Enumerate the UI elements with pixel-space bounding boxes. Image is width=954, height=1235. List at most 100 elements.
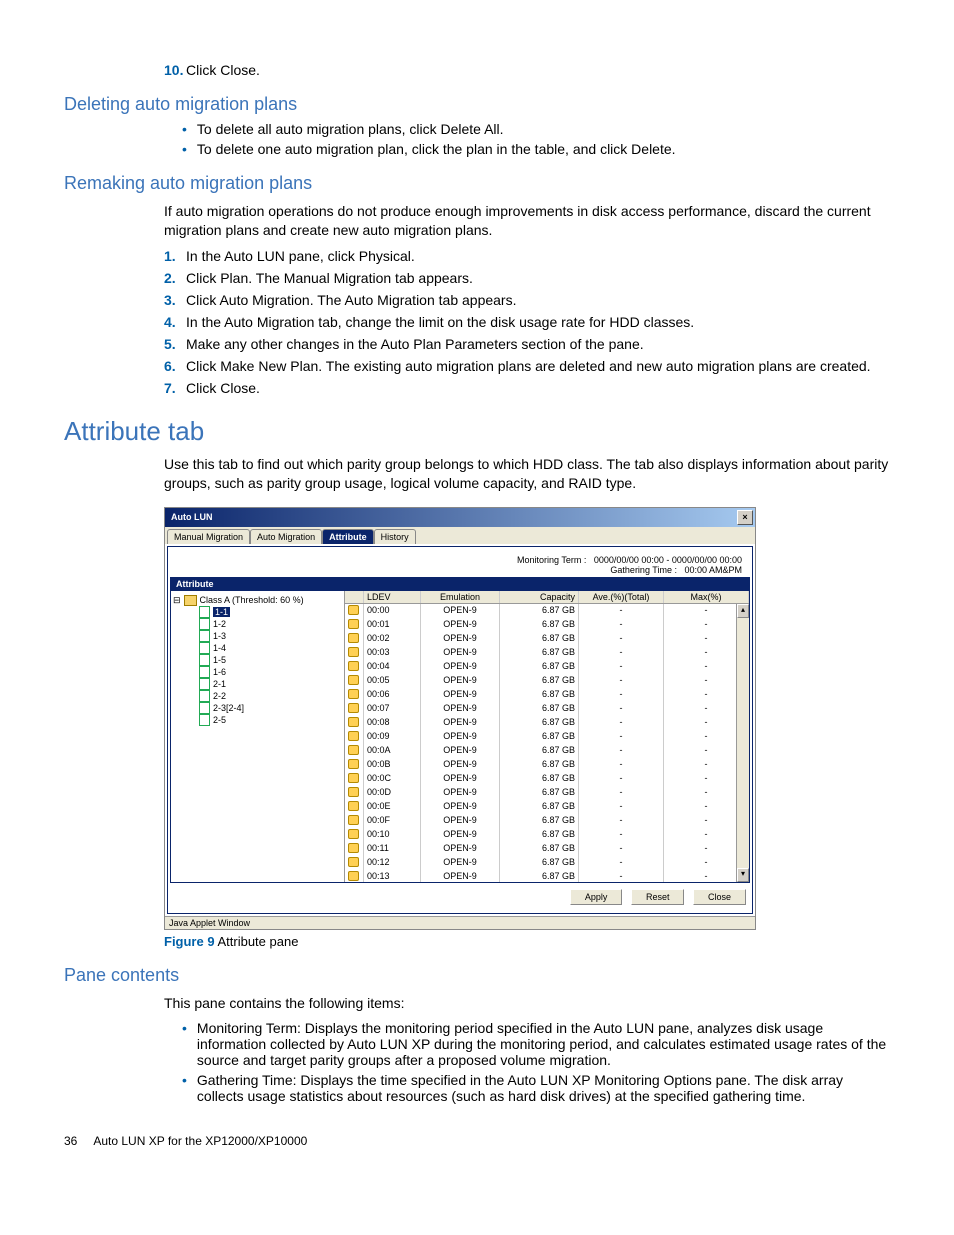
table-row[interactable]: 00:12OPEN-96.87 GB-- [345, 856, 749, 870]
scroll-down-icon[interactable]: ▾ [737, 868, 749, 882]
ldev-icon [348, 717, 359, 727]
ldev-icon [348, 633, 359, 643]
table-row[interactable]: 00:11OPEN-96.87 GB-- [345, 842, 749, 856]
cell-ldev: 00:04 [364, 660, 421, 674]
table-row[interactable]: 00:01OPEN-96.87 GB-- [345, 618, 749, 632]
apply-button[interactable]: Apply [570, 889, 623, 905]
cell-emulation: OPEN-9 [421, 604, 500, 618]
tab-history[interactable]: History [374, 529, 416, 544]
table-row[interactable]: 00:03OPEN-96.87 GB-- [345, 646, 749, 660]
ldev-icon [348, 675, 359, 685]
cell-ldev: 00:05 [364, 674, 421, 688]
scroll-up-icon[interactable]: ▴ [737, 604, 749, 618]
table-row[interactable]: 00:13OPEN-96.87 GB-- [345, 870, 749, 882]
cell-ave: - [579, 814, 664, 828]
heading-deleting: Deleting auto migration plans [64, 94, 890, 115]
parity-group-icon [199, 678, 210, 690]
scrollbar[interactable]: ▴ ▾ [736, 604, 749, 882]
cell-ave: - [579, 702, 664, 716]
tree-item[interactable]: 1-3 [199, 630, 342, 642]
cell-capacity: 6.87 GB [500, 856, 579, 870]
bullet-text: Gathering Time: Displays the time specif… [197, 1072, 890, 1104]
tab-manual-migration[interactable]: Manual Migration [167, 529, 250, 544]
cell-ave: - [579, 730, 664, 744]
paragraph: This pane contains the following items: [164, 994, 890, 1013]
ldev-icon [348, 703, 359, 713]
step-text: Make any other changes in the Auto Plan … [186, 336, 890, 352]
table-row[interactable]: 00:0DOPEN-96.87 GB-- [345, 786, 749, 800]
table-row[interactable]: 00:06OPEN-96.87 GB-- [345, 688, 749, 702]
table-row[interactable]: 00:10OPEN-96.87 GB-- [345, 828, 749, 842]
step-text: Click Make New Plan. The existing auto m… [186, 358, 890, 374]
cell-capacity: 6.87 GB [500, 744, 579, 758]
tab-attribute[interactable]: Attribute [322, 529, 374, 544]
table-row[interactable]: 00:09OPEN-96.87 GB-- [345, 730, 749, 744]
gathering-time-label: Gathering Time : [610, 565, 677, 575]
table-row[interactable]: 00:0EOPEN-96.87 GB-- [345, 800, 749, 814]
tree-item-label: 2-3[2-4] [213, 702, 244, 714]
col-ave[interactable]: Ave.(%)(Total) [579, 591, 664, 603]
attribute-bar: Attribute [170, 577, 750, 591]
attribute-pane-screenshot: Auto LUN × Manual MigrationAuto Migratio… [164, 507, 756, 930]
col-max[interactable]: Max(%) [664, 591, 749, 603]
tree-item[interactable]: 2-2 [199, 690, 342, 702]
tree-root-label[interactable]: Class A (Threshold: 60 %) [200, 595, 304, 605]
cell-emulation: OPEN-9 [421, 660, 500, 674]
ldev-icon [348, 619, 359, 629]
ldev-icon [348, 647, 359, 657]
table-row[interactable]: 00:05OPEN-96.87 GB-- [345, 674, 749, 688]
tree-item[interactable]: 2-1 [199, 678, 342, 690]
tree-collapse-icon[interactable]: ⊟ [173, 595, 181, 606]
cell-ldev: 00:13 [364, 870, 421, 882]
tree-item-label: 2-2 [213, 690, 226, 702]
tree-item-label: 1-4 [213, 642, 226, 654]
tree-item[interactable]: 1-2 [199, 618, 342, 630]
tree-item[interactable]: 1-4 [199, 642, 342, 654]
ldev-icon [348, 843, 359, 853]
cell-ave: - [579, 842, 664, 856]
ldev-icon [348, 871, 359, 881]
tree-item[interactable]: 1-6 [199, 666, 342, 678]
ldev-icon [348, 787, 359, 797]
close-icon[interactable]: × [737, 510, 753, 525]
table-row[interactable]: 00:0COPEN-96.87 GB-- [345, 772, 749, 786]
cell-ave: - [579, 604, 664, 618]
table-row[interactable]: 00:07OPEN-96.87 GB-- [345, 702, 749, 716]
cell-ave: - [579, 800, 664, 814]
cell-emulation: OPEN-9 [421, 772, 500, 786]
col-ldev[interactable]: LDEV [364, 591, 421, 603]
table-row[interactable]: 00:0AOPEN-96.87 GB-- [345, 744, 749, 758]
ldev-icon [348, 661, 359, 671]
tree-item[interactable]: 2-3[2-4] [199, 702, 342, 714]
ldev-icon [348, 829, 359, 839]
reset-button[interactable]: Reset [631, 889, 685, 905]
cell-capacity: 6.87 GB [500, 716, 579, 730]
cell-ldev: 00:0F [364, 814, 421, 828]
cell-ave: - [579, 786, 664, 800]
tree-item[interactable]: 1-5 [199, 654, 342, 666]
table-row[interactable]: 00:04OPEN-96.87 GB-- [345, 660, 749, 674]
tree-item[interactable]: 1-1 [199, 606, 342, 618]
ldev-icon [348, 605, 359, 615]
cell-ave: - [579, 660, 664, 674]
cell-capacity: 6.87 GB [500, 842, 579, 856]
step-text: Click Auto Migration. The Auto Migration… [186, 292, 890, 308]
table-row[interactable]: 00:08OPEN-96.87 GB-- [345, 716, 749, 730]
cell-ldev: 00:0E [364, 800, 421, 814]
tree-item-label: 1-6 [213, 666, 226, 678]
col-emulation[interactable]: Emulation [421, 591, 500, 603]
cell-emulation: OPEN-9 [421, 856, 500, 870]
table-row[interactable]: 00:00OPEN-96.87 GB-- [345, 604, 749, 618]
close-button[interactable]: Close [693, 889, 746, 905]
table-row[interactable]: 00:0BOPEN-96.87 GB-- [345, 758, 749, 772]
cell-capacity: 6.87 GB [500, 800, 579, 814]
tree-item[interactable]: 2-5 [199, 714, 342, 726]
table-row[interactable]: 00:0FOPEN-96.87 GB-- [345, 814, 749, 828]
cell-capacity: 6.87 GB [500, 730, 579, 744]
step-text: Click Close. [186, 62, 890, 78]
parity-group-icon [199, 642, 210, 654]
table-row[interactable]: 00:02OPEN-96.87 GB-- [345, 632, 749, 646]
cell-emulation: OPEN-9 [421, 828, 500, 842]
tab-auto-migration[interactable]: Auto Migration [250, 529, 322, 544]
col-capacity[interactable]: Capacity [500, 591, 579, 603]
